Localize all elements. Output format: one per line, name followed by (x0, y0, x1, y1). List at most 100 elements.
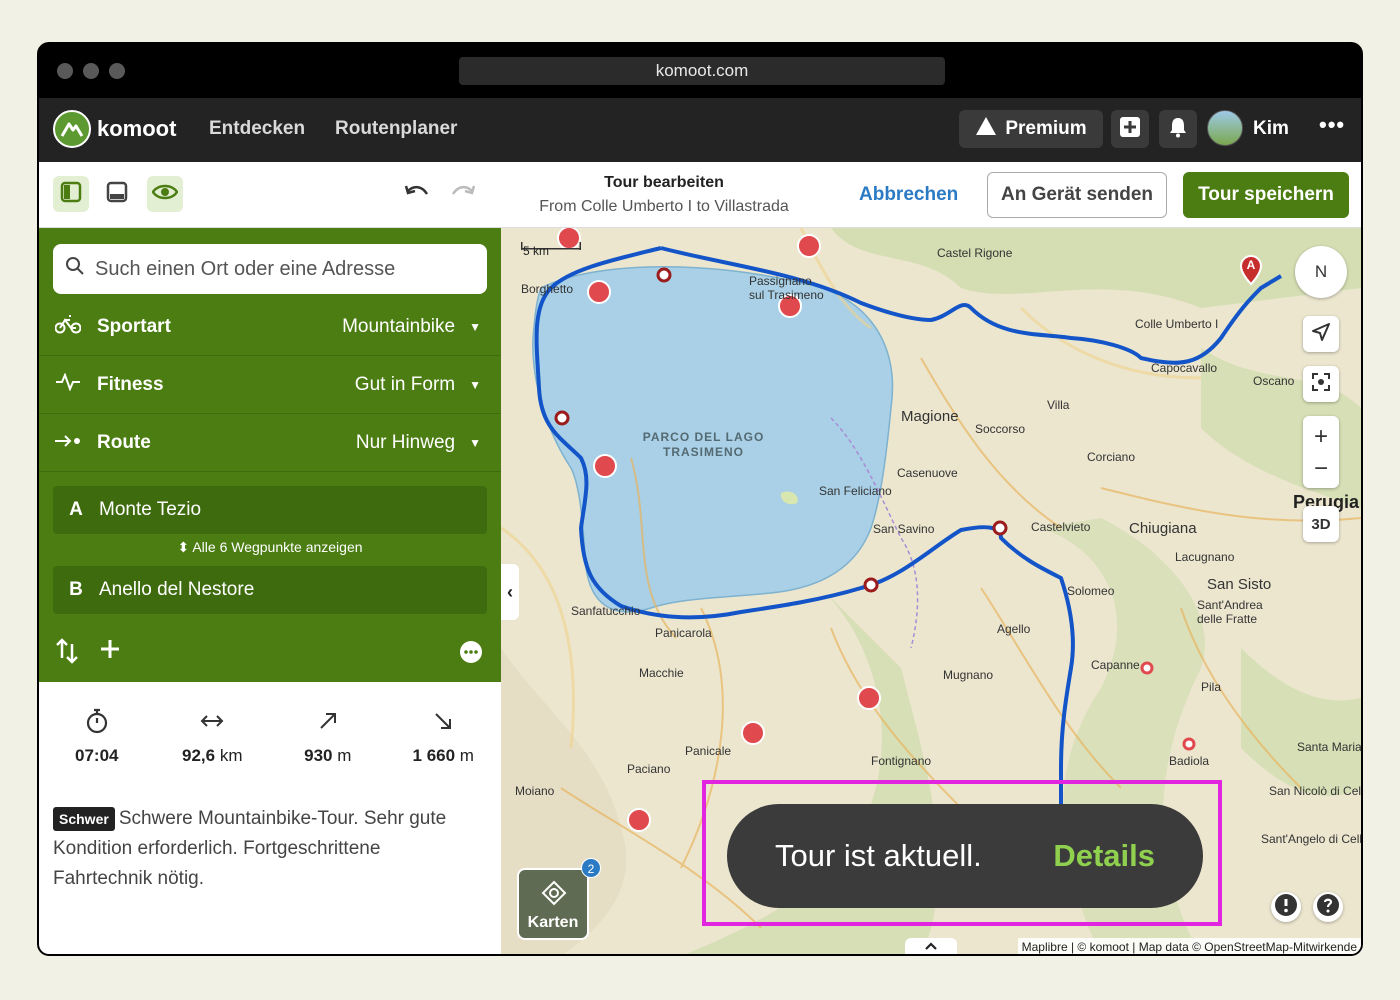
map-place-label: San Sisto (1207, 576, 1272, 593)
collapse-sidebar-button[interactable]: ‹ (501, 564, 519, 620)
sidebar-layout-button[interactable] (53, 176, 89, 212)
map-place-label: Fontignano (871, 754, 932, 768)
expand-elevation-button[interactable] (905, 938, 957, 954)
chevron-down-icon: ▼ (469, 319, 481, 334)
notifications-button[interactable] (1159, 110, 1197, 148)
undo-button[interactable] (399, 176, 435, 212)
search-input[interactable]: Such einen Ort oder eine Adresse (53, 244, 487, 294)
exclamation-icon (1274, 893, 1298, 922)
route-value: Nur Hinweg (355, 431, 456, 453)
page-title: Tour bearbeiten (604, 174, 724, 191)
map-place-label: Sant'Angelo di Celle (1261, 832, 1361, 846)
compass-button[interactable]: N (1295, 246, 1347, 298)
avatar[interactable] (1207, 110, 1243, 146)
komoot-logo-icon (53, 110, 91, 148)
map-place-label: Moiano (515, 784, 555, 798)
map-place-label: Soccorso (975, 422, 1026, 436)
map-place-label: Colle Umberto I (1135, 317, 1219, 331)
show-all-waypoints-button[interactable]: ⬍ Alle 6 Wegpunkte anzeigen (39, 539, 501, 556)
tour-subtitle: From Colle Umberto I to Villastrada (539, 198, 789, 215)
map-place-label: Solomeo (1067, 584, 1115, 598)
search-placeholder: Such einen Ort oder eine Adresse (95, 257, 396, 280)
fitness-label: Fitness (97, 373, 164, 395)
premium-button[interactable]: Premium (959, 110, 1103, 148)
redo-button[interactable] (445, 176, 481, 212)
compass-icon: N (1314, 262, 1328, 281)
fit-route-button[interactable] (1303, 366, 1339, 402)
add-waypoint-button[interactable] (99, 638, 121, 665)
map-place-label: Lacugnano (1175, 550, 1235, 564)
chevron-up-icon (924, 938, 938, 954)
waypoint-b-key: B (69, 579, 83, 600)
map-place-label: Capocavallo (1151, 361, 1218, 375)
help-button[interactable] (1313, 892, 1343, 922)
map-place-label: San Feliciano (819, 484, 892, 498)
map-place-label: Agello (997, 622, 1031, 636)
maximize-window-button[interactable] (109, 63, 125, 79)
close-window-button[interactable] (57, 63, 73, 79)
zoom-control: + − (1303, 416, 1339, 488)
stat-distance: 92,6 km (155, 708, 271, 766)
nav-link-entdecken[interactable]: Entdecken (209, 118, 305, 140)
reverse-route-button[interactable] (55, 638, 79, 669)
premium-label: Premium (1005, 118, 1087, 139)
waypoint-b[interactable]: B Anello del Nestore (53, 566, 487, 614)
map-place-label: Corciano (1087, 450, 1136, 464)
nav-link-routenplaner[interactable]: Routenplaner (335, 118, 457, 140)
report-issue-button[interactable] (1271, 892, 1301, 922)
map-place-label: Passignano sul Trasimeno (749, 274, 824, 302)
map-place-label: Castelvieto (1031, 520, 1091, 534)
tour-stats: 07:04 92,6 km 930 m 1 660 m (39, 708, 501, 766)
locate-me-button[interactable] (1303, 316, 1339, 352)
address-bar[interactable]: komoot.com (459, 57, 945, 85)
route-type-selector[interactable]: Route Nur Hinweg ▼ (39, 414, 501, 472)
stat-elevation-down: 1 660 m (386, 708, 502, 766)
more-options-icon[interactable] (459, 640, 483, 669)
difficulty-badge: Schwer (53, 807, 115, 831)
route-start-marker[interactable]: A (1245, 258, 1257, 272)
map-place-label: Villa (1047, 398, 1070, 412)
redo-icon (450, 183, 476, 206)
map-place-label: Chiugiana (1129, 520, 1197, 537)
chevron-down-icon: ▼ (469, 435, 481, 450)
waypoint-a[interactable]: A Monte Tezio (53, 486, 487, 534)
fitness-value: Gut in Form (354, 373, 456, 395)
user-name[interactable]: Kim (1253, 118, 1289, 140)
elevation-down-value: 1 660 (412, 746, 456, 765)
zoom-in-button[interactable]: + (1314, 420, 1328, 454)
show-all-waypoints-label: Alle 6 Wegpunkte anzeigen (192, 539, 363, 555)
map-place-label: San Savino (873, 522, 935, 536)
view-toggle-button[interactable] (147, 176, 183, 212)
map-place-label: San Nicolò di Celle (1269, 784, 1361, 798)
zoom-out-button[interactable]: − (1314, 454, 1328, 484)
help-icon (1316, 893, 1340, 922)
elevation-down-unit: m (459, 746, 474, 765)
cancel-button[interactable]: Abbrechen (859, 184, 958, 206)
map-view[interactable]: 5 km A PARCO DEL LAGO TRASIMENO Castel R… (501, 228, 1361, 954)
planner-sidebar: Such einen Ort oder eine Adresse Sportar… (39, 228, 501, 954)
sidebar-panel-icon (60, 181, 82, 208)
waypoint-a-key: A (69, 499, 83, 520)
save-tour-button[interactable]: Tour speichern (1183, 172, 1349, 218)
fitness-selector[interactable]: Fitness Gut in Form ▼ (39, 356, 501, 414)
map-layers-label: Karten (527, 914, 579, 931)
map-place-label: Castel Rigone (937, 246, 1013, 260)
arrow-up-right-icon (270, 708, 386, 746)
create-button[interactable] (1111, 110, 1149, 148)
layers-count-badge: 2 (581, 858, 601, 878)
bottom-layout-button[interactable] (99, 176, 135, 212)
map-place-label: Santa Maria (1297, 740, 1361, 754)
distance-unit: km (219, 746, 243, 765)
one-way-arrow-icon (53, 432, 83, 453)
minimize-window-button[interactable] (83, 63, 99, 79)
eye-icon (151, 183, 179, 206)
toggle-3d-button[interactable]: 3D (1303, 506, 1339, 542)
waypoint-a-name: Monte Tezio (99, 499, 202, 520)
sport-type-selector[interactable]: Sportart Mountainbike ▼ (39, 298, 501, 356)
map-place-label: Pila (1201, 680, 1222, 694)
top-navigation: komoot Entdecken Routenplaner Premium Ki… (39, 98, 1361, 162)
elevation-up-value: 930 (304, 746, 333, 765)
send-to-device-button[interactable]: An Gerät senden (987, 172, 1167, 218)
more-menu-icon[interactable]: ••• (1319, 112, 1345, 138)
komoot-logo[interactable]: komoot (53, 110, 176, 148)
